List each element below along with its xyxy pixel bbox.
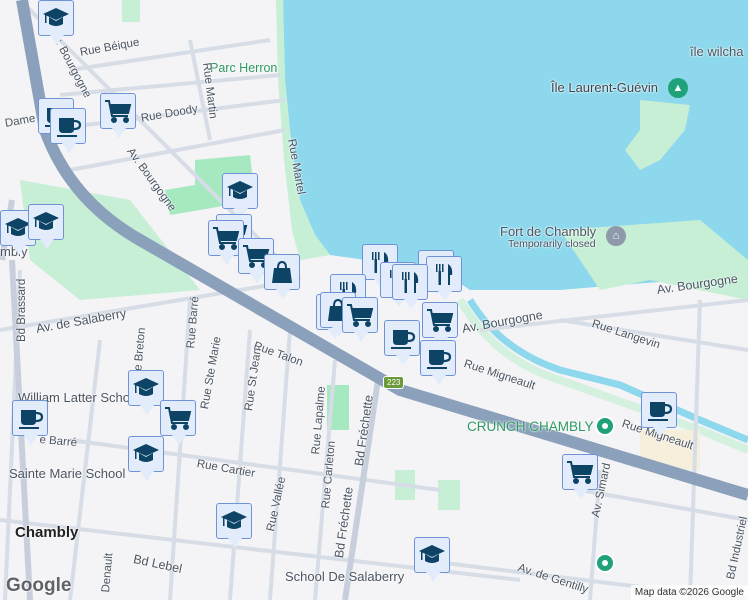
- label-school-de-salaberry: School De Salaberry: [285, 569, 405, 584]
- school-icon: [221, 511, 247, 529]
- cafe-marker[interactable]: [50, 108, 86, 153]
- label-parc-herron: Parc Herron: [210, 61, 278, 75]
- grocery-marker[interactable]: [342, 297, 378, 342]
- label-fort-chambly: Fort de Chambly: [500, 224, 597, 239]
- school-icon: [43, 8, 69, 26]
- school-marker[interactable]: [128, 370, 164, 415]
- cafe-icon: [425, 348, 452, 371]
- restaurant-icon: [436, 264, 453, 285]
- cafe-marker[interactable]: [641, 392, 677, 437]
- map-attribution[interactable]: Map data ©2026 Google: [630, 585, 748, 600]
- school-marker[interactable]: [216, 503, 252, 548]
- grocery-marker[interactable]: [160, 400, 196, 445]
- grocery-marker[interactable]: [422, 302, 458, 347]
- restaurant-icon: [402, 272, 419, 293]
- cafe-icon: [646, 400, 673, 423]
- route-223-shield: 223: [383, 376, 405, 389]
- restaurant-marker[interactable]: [392, 264, 428, 309]
- school-icon: [227, 181, 253, 199]
- museum-pin-icon[interactable]: ⌂: [606, 226, 626, 246]
- google-logo[interactable]: Google: [6, 575, 71, 597]
- cafe-marker[interactable]: [420, 340, 456, 385]
- school-icon: [133, 378, 159, 396]
- school-marker[interactable]: [38, 0, 74, 45]
- grocery-icon: [346, 304, 373, 327]
- gym-pin-icon[interactable]: [595, 416, 615, 436]
- school-icon: [419, 545, 445, 563]
- grocery-icon: [212, 227, 239, 250]
- cafe-icon: [389, 328, 416, 351]
- grocery-icon: [566, 461, 593, 484]
- label-sainte-marie-school: Sainte Marie School: [9, 466, 126, 481]
- label-chambly: Chambly: [15, 524, 79, 541]
- cafe-icon: [55, 116, 82, 139]
- label-bd-brassard: Bd Brassard: [16, 278, 28, 342]
- shopping-icon: [271, 261, 293, 284]
- grocery-marker[interactable]: [100, 93, 136, 138]
- grocery-icon: [104, 100, 131, 123]
- school-marker[interactable]: [128, 436, 164, 481]
- label-ile-wilchard: île wilcha: [690, 44, 744, 59]
- label-crunch-chambly: CRUNCH CHAMBLY: [467, 419, 594, 434]
- park-pin-icon[interactable]: ▲: [668, 78, 688, 98]
- cafe-icon: [17, 408, 44, 431]
- cafe-marker[interactable]: [12, 400, 48, 445]
- cafe-marker[interactable]: [384, 320, 420, 365]
- label-ile-laurent-guevin: Île Laurent-Guévin: [551, 80, 658, 95]
- school-marker[interactable]: [28, 204, 64, 249]
- poi-pin-icon[interactable]: [595, 553, 615, 573]
- school-icon: [33, 212, 59, 230]
- school-marker[interactable]: [414, 537, 450, 582]
- restaurant-marker[interactable]: [426, 256, 462, 301]
- grocery-icon: [164, 407, 191, 430]
- shopping-marker[interactable]: [264, 254, 300, 299]
- park-south-2: [438, 480, 460, 510]
- school-marker[interactable]: [222, 173, 258, 218]
- grocery-marker[interactable]: [562, 454, 598, 499]
- school-icon: [133, 444, 159, 462]
- label-fort-status: Temporarily closed: [508, 238, 596, 250]
- grocery-icon: [426, 309, 453, 332]
- park-herron: [122, 0, 140, 22]
